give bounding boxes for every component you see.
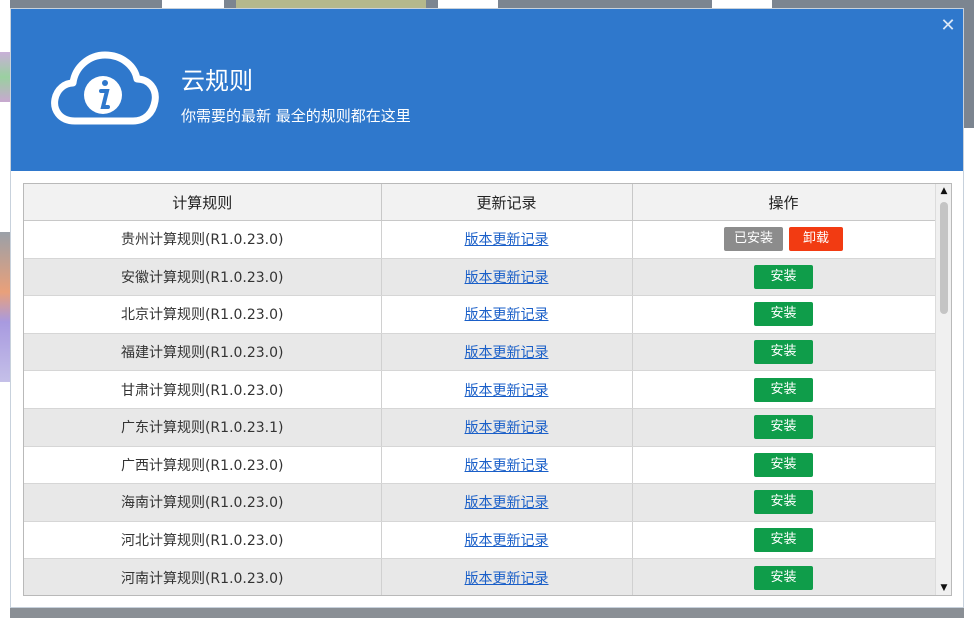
install-button[interactable]: 安装 [754,452,813,477]
table-row: 广东计算规则(R1.0.23.1) 版本更新记录 安装 [24,408,936,447]
table-row: 海南计算规则(R1.0.23.0) 版本更新记录 安装 [24,483,936,522]
version-log-link[interactable]: 版本更新记录 [465,307,549,323]
install-button[interactable]: 安装 [754,340,813,365]
rule-name: 安徽计算规则(R1.0.23.0) [24,258,382,297]
log-cell: 版本更新记录 [381,370,633,409]
log-cell: 版本更新记录 [381,521,633,560]
log-cell: 版本更新记录 [381,295,633,334]
log-cell: 版本更新记录 [381,558,633,595]
table-row: 福建计算规则(R1.0.23.0) 版本更新记录 安装 [24,333,936,372]
install-button[interactable]: 安装 [754,264,813,289]
background-app-fragment [162,0,224,8]
background-app-fragment [712,0,772,8]
rule-name: 海南计算规则(R1.0.23.0) [24,483,382,522]
cloud-info-icon [51,51,159,125]
background-app-fragment [0,52,10,102]
scroll-up-icon[interactable]: ▲ [939,186,949,196]
table-row: 广西计算规则(R1.0.23.0) 版本更新记录 安装 [24,446,936,485]
rules-table: 计算规则 更新记录 操作 贵州计算规则(R1.0.23.0) 版本更新记录 已安… [24,184,936,595]
action-cell: 安装 [632,258,936,297]
log-cell: 版本更新记录 [381,258,633,297]
version-log-link[interactable]: 版本更新记录 [465,571,549,587]
vertical-scrollbar[interactable]: ▲ ▼ [935,184,951,595]
action-cell: 安装 [632,408,936,447]
rules-table-container: 计算规则 更新记录 操作 贵州计算规则(R1.0.23.0) 版本更新记录 已安… [23,183,952,596]
rule-name: 福建计算规则(R1.0.23.0) [24,333,382,372]
action-cell: 安装 [632,521,936,560]
table-row: 河南计算规则(R1.0.23.0) 版本更新记录 安装 [24,558,936,595]
install-button[interactable]: 安装 [754,302,813,327]
action-cell: 安装 [632,446,936,485]
table-row: 安徽计算规则(R1.0.23.0) 版本更新记录 安装 [24,258,936,297]
dialog-header: 云规则 你需要的最新 最全的规则都在这里 ✕ [11,9,963,171]
log-cell: 版本更新记录 [381,446,633,485]
rule-name: 甘肃计算规则(R1.0.23.0) [24,370,382,409]
install-button[interactable]: 安装 [754,565,813,590]
cloud-rules-dialog: 云规则 你需要的最新 最全的规则都在这里 ✕ 计算规则 更新记录 操作 贵州计算… [10,8,964,608]
version-log-link[interactable]: 版本更新记录 [465,495,549,511]
version-log-link[interactable]: 版本更新记录 [465,232,549,248]
install-button[interactable]: 安装 [754,415,813,440]
action-cell: 已安装 卸载 [632,220,936,259]
action-cell: 安装 [632,483,936,522]
version-log-link[interactable]: 版本更新记录 [465,345,549,361]
column-header-action: 操作 [632,184,936,221]
table-row: 甘肃计算规则(R1.0.23.0) 版本更新记录 安装 [24,370,936,409]
rule-name: 广东计算规则(R1.0.23.1) [24,408,382,447]
version-log-link[interactable]: 版本更新记录 [465,270,549,286]
version-log-link[interactable]: 版本更新记录 [465,420,549,436]
dialog-subtitle: 你需要的最新 最全的规则都在这里 [181,107,411,125]
log-cell: 版本更新记录 [381,483,633,522]
table-row: 北京计算规则(R1.0.23.0) 版本更新记录 安装 [24,295,936,334]
action-cell: 安装 [632,558,936,595]
scroll-thumb[interactable] [940,202,948,314]
version-log-link[interactable]: 版本更新记录 [465,383,549,399]
installed-button[interactable]: 已安装 [723,227,783,252]
uninstall-button[interactable]: 卸载 [789,227,844,252]
action-cell: 安装 [632,333,936,372]
background-app-fragment [438,0,498,8]
rule-name: 河南计算规则(R1.0.23.0) [24,558,382,595]
background-app-fragment [236,0,426,8]
install-button[interactable]: 安装 [754,528,813,553]
install-button[interactable]: 安装 [754,377,813,402]
close-icon[interactable]: ✕ [937,15,959,37]
background-app-fragment [964,0,974,128]
rule-name: 河北计算规则(R1.0.23.0) [24,521,382,560]
action-cell: 安装 [632,295,936,334]
log-cell: 版本更新记录 [381,408,633,447]
log-cell: 版本更新记录 [381,220,633,259]
column-header-log: 更新记录 [381,184,633,221]
version-log-link[interactable]: 版本更新记录 [465,458,549,474]
rule-name: 广西计算规则(R1.0.23.0) [24,446,382,485]
version-log-link[interactable]: 版本更新记录 [465,533,549,549]
table-header-row: 计算规则 更新记录 操作 [24,184,936,221]
action-cell: 安装 [632,370,936,409]
background-app-fragment [0,232,10,382]
table-row: 河北计算规则(R1.0.23.0) 版本更新记录 安装 [24,521,936,560]
dialog-title: 云规则 [181,67,253,95]
rule-name: 贵州计算规则(R1.0.23.0) [24,220,382,259]
log-cell: 版本更新记录 [381,333,633,372]
scroll-down-icon[interactable]: ▼ [939,583,949,593]
column-header-rule: 计算规则 [24,184,382,221]
rule-name: 北京计算规则(R1.0.23.0) [24,295,382,334]
install-button[interactable]: 安装 [754,490,813,515]
table-row: 贵州计算规则(R1.0.23.0) 版本更新记录 已安装 卸载 [24,220,936,259]
